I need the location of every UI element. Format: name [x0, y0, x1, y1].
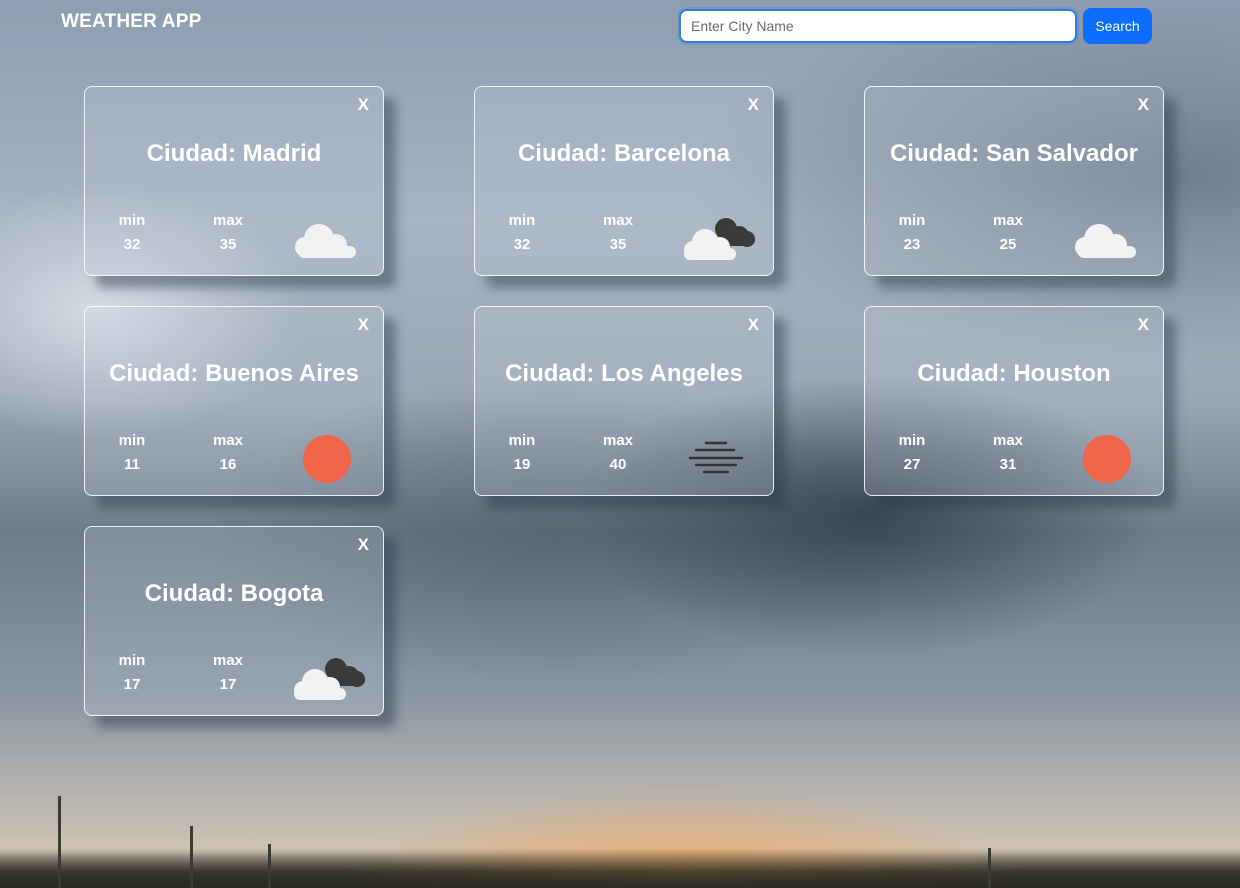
- close-card-button[interactable]: X: [358, 315, 369, 335]
- max-temp: max 16: [198, 432, 258, 473]
- background-pole: [988, 848, 991, 888]
- max-value: 31: [999, 456, 1017, 473]
- close-card-button[interactable]: X: [1138, 95, 1149, 115]
- city-name: Ciudad: Barcelona: [517, 140, 731, 167]
- min-label: min: [508, 212, 536, 229]
- min-temp: min 11: [102, 432, 162, 473]
- min-value: 23: [903, 236, 921, 253]
- weather-card: X Ciudad: Barcelona min 32 max 35: [474, 86, 774, 276]
- min-label: min: [898, 432, 926, 449]
- max-value: 17: [219, 676, 237, 693]
- min-label: min: [898, 212, 926, 229]
- min-value: 17: [123, 676, 141, 693]
- top-bar: WEATHER APP Search: [0, 0, 1240, 52]
- background-ground: [0, 848, 1240, 888]
- background-pole: [190, 826, 193, 888]
- close-card-button[interactable]: X: [748, 95, 759, 115]
- min-value: 32: [513, 236, 531, 253]
- min-temp: min 23: [882, 212, 942, 253]
- max-temp: max 35: [588, 212, 648, 253]
- min-label: min: [118, 212, 146, 229]
- max-label: max: [602, 432, 634, 449]
- min-value: 19: [513, 456, 531, 473]
- sun-icon: [303, 435, 351, 483]
- max-label: max: [992, 432, 1024, 449]
- cloud-icon: [295, 224, 356, 258]
- max-value: 16: [219, 456, 237, 473]
- background-pole: [58, 796, 61, 888]
- close-card-button[interactable]: X: [358, 95, 369, 115]
- broken-clouds-icon: [684, 218, 755, 260]
- app-title: WEATHER APP: [61, 11, 202, 32]
- weather-card: X Ciudad: Houston min 27 max 31: [864, 306, 1164, 496]
- city-name: Ciudad: Madrid: [146, 140, 322, 167]
- weather-card: X Ciudad: Los Angeles min 19 max 40: [474, 306, 774, 496]
- min-value: 11: [124, 456, 140, 473]
- min-temp: min 32: [102, 212, 162, 253]
- max-temp: max 17: [198, 652, 258, 693]
- max-temp: max 35: [198, 212, 258, 253]
- min-temp: min 17: [102, 652, 162, 693]
- close-card-button[interactable]: X: [1138, 315, 1149, 335]
- close-card-button[interactable]: X: [748, 315, 759, 335]
- min-label: min: [508, 432, 536, 449]
- search-button[interactable]: Search: [1083, 8, 1152, 44]
- min-label: min: [118, 432, 146, 449]
- background-pole: [268, 844, 271, 888]
- cloud-icon: [1075, 224, 1136, 258]
- min-temp: min 27: [882, 432, 942, 473]
- weather-card: X Ciudad: Bogota min 17 max 17: [84, 526, 384, 716]
- weather-card: X Ciudad: San Salvador min 23 max 25: [864, 86, 1164, 276]
- max-label: max: [992, 212, 1024, 229]
- max-label: max: [212, 212, 244, 229]
- city-name: Ciudad: Los Angeles: [505, 360, 743, 387]
- max-label: max: [212, 432, 244, 449]
- max-temp: max 25: [978, 212, 1038, 253]
- close-card-button[interactable]: X: [358, 535, 369, 555]
- city-name: Ciudad: Bogota: [144, 580, 324, 607]
- search-input[interactable]: [679, 9, 1077, 43]
- broken-clouds-icon: [294, 658, 365, 700]
- sun-icon: [1083, 435, 1131, 483]
- min-value: 27: [903, 456, 921, 473]
- max-value: 40: [609, 456, 627, 473]
- max-label: max: [212, 652, 244, 669]
- max-value: 35: [609, 236, 627, 253]
- min-temp: min 19: [492, 432, 552, 473]
- mist-icon: [688, 441, 744, 474]
- weather-card: X Ciudad: Madrid min 32 max 35: [84, 86, 384, 276]
- min-value: 32: [123, 236, 141, 253]
- city-name: Ciudad: Houston: [917, 360, 1111, 387]
- city-name: Ciudad: San Salvador: [889, 140, 1139, 167]
- max-temp: max 31: [978, 432, 1038, 473]
- max-value: 25: [999, 236, 1017, 253]
- city-name: Ciudad: Buenos Aires: [109, 360, 359, 387]
- max-temp: max 40: [588, 432, 648, 473]
- max-label: max: [602, 212, 634, 229]
- weather-card: X Ciudad: Buenos Aires min 11 max 16: [84, 306, 384, 496]
- min-label: min: [118, 652, 146, 669]
- max-value: 35: [219, 236, 237, 253]
- min-temp: min 32: [492, 212, 552, 253]
